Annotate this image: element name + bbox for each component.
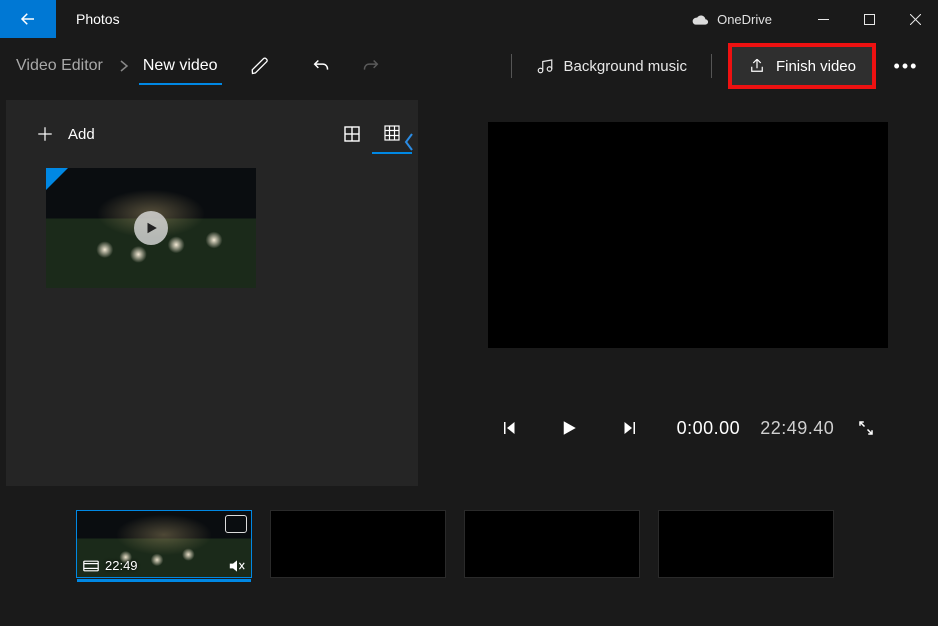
skip-back-icon (501, 419, 519, 437)
grid-2x2-icon (344, 126, 360, 142)
clip-mute-indicator[interactable] (229, 559, 245, 573)
plus-icon (36, 125, 54, 143)
library-clip[interactable] (46, 168, 256, 288)
text-card-badge (225, 515, 247, 533)
storyboard-timeline: 22:49 (0, 486, 938, 626)
breadcrumb-root[interactable]: Video Editor (10, 51, 109, 81)
speaker-muted-icon (229, 559, 245, 573)
fullscreen-button[interactable] (844, 406, 888, 450)
play-icon (560, 419, 578, 437)
background-music-label: Background music (564, 58, 687, 75)
play-overlay[interactable] (134, 211, 168, 245)
finish-video-highlight: Finish video (728, 43, 876, 89)
current-time: 0:00.00 (667, 418, 751, 439)
project-library: Add (6, 100, 418, 486)
library-header: Add (6, 100, 418, 168)
onedrive-label: OneDrive (717, 12, 772, 27)
undo-icon (311, 55, 333, 77)
more-button[interactable]: ••• (882, 42, 930, 90)
minimize-button[interactable] (800, 0, 846, 38)
titlebar-spacer (140, 0, 691, 38)
redo-button[interactable] (346, 42, 394, 90)
rename-button[interactable] (236, 42, 284, 90)
playback-controls: 0:00.00 22:49.40 (488, 406, 888, 450)
finish-video-button[interactable]: Finish video (732, 47, 872, 85)
play-icon (144, 221, 158, 235)
clip-meta: 22:49 (83, 558, 138, 573)
chevron-right-icon (113, 59, 135, 73)
background-music-button[interactable]: Background music (522, 49, 701, 83)
breadcrumb-active[interactable]: New video (139, 49, 222, 85)
finish-video-label: Finish video (776, 58, 856, 75)
selected-corner-badge (46, 168, 68, 190)
skip-forward-icon (620, 419, 638, 437)
main-area: Add (0, 94, 938, 486)
add-media-button[interactable]: Add (28, 119, 103, 149)
back-button[interactable] (0, 0, 56, 38)
cloud-icon (691, 14, 709, 25)
next-frame-button[interactable] (607, 406, 651, 450)
storyboard-empty-slot[interactable] (270, 510, 446, 578)
titlebar: Photos OneDrive (0, 0, 938, 38)
video-icon (83, 560, 99, 572)
collapse-library-button[interactable] (394, 112, 424, 172)
video-preview[interactable] (488, 122, 888, 348)
window-controls (800, 0, 938, 38)
undo-button[interactable] (298, 42, 346, 90)
ellipsis-icon: ••• (894, 56, 919, 77)
redo-icon (359, 55, 381, 77)
total-time: 22:49.40 (750, 418, 844, 439)
preview-pane: 0:00.00 22:49.40 (418, 94, 938, 486)
play-button[interactable] (548, 406, 592, 450)
add-label: Add (68, 126, 95, 143)
share-icon (748, 57, 766, 75)
storyboard-empty-slot[interactable] (464, 510, 640, 578)
storyboard-empty-slot[interactable] (658, 510, 834, 578)
chevron-left-icon (403, 132, 415, 152)
prev-frame-button[interactable] (488, 406, 532, 450)
library-grid (6, 168, 418, 288)
clip-duration: 22:49 (105, 558, 138, 573)
toolbar-separator (711, 54, 712, 78)
expand-icon (857, 419, 875, 437)
app-title: Photos (56, 0, 140, 38)
grid-large-view[interactable] (332, 114, 372, 154)
toolbar-separator (511, 54, 512, 78)
maximize-button[interactable] (846, 0, 892, 38)
close-button[interactable] (892, 0, 938, 38)
storyboard-clip[interactable]: 22:49 (76, 510, 252, 578)
onedrive-status[interactable]: OneDrive (691, 0, 800, 38)
toolbar: Video Editor New video Background music (0, 38, 938, 94)
music-icon (536, 57, 554, 75)
pencil-icon (250, 56, 270, 76)
breadcrumb: Video Editor New video (4, 49, 222, 83)
